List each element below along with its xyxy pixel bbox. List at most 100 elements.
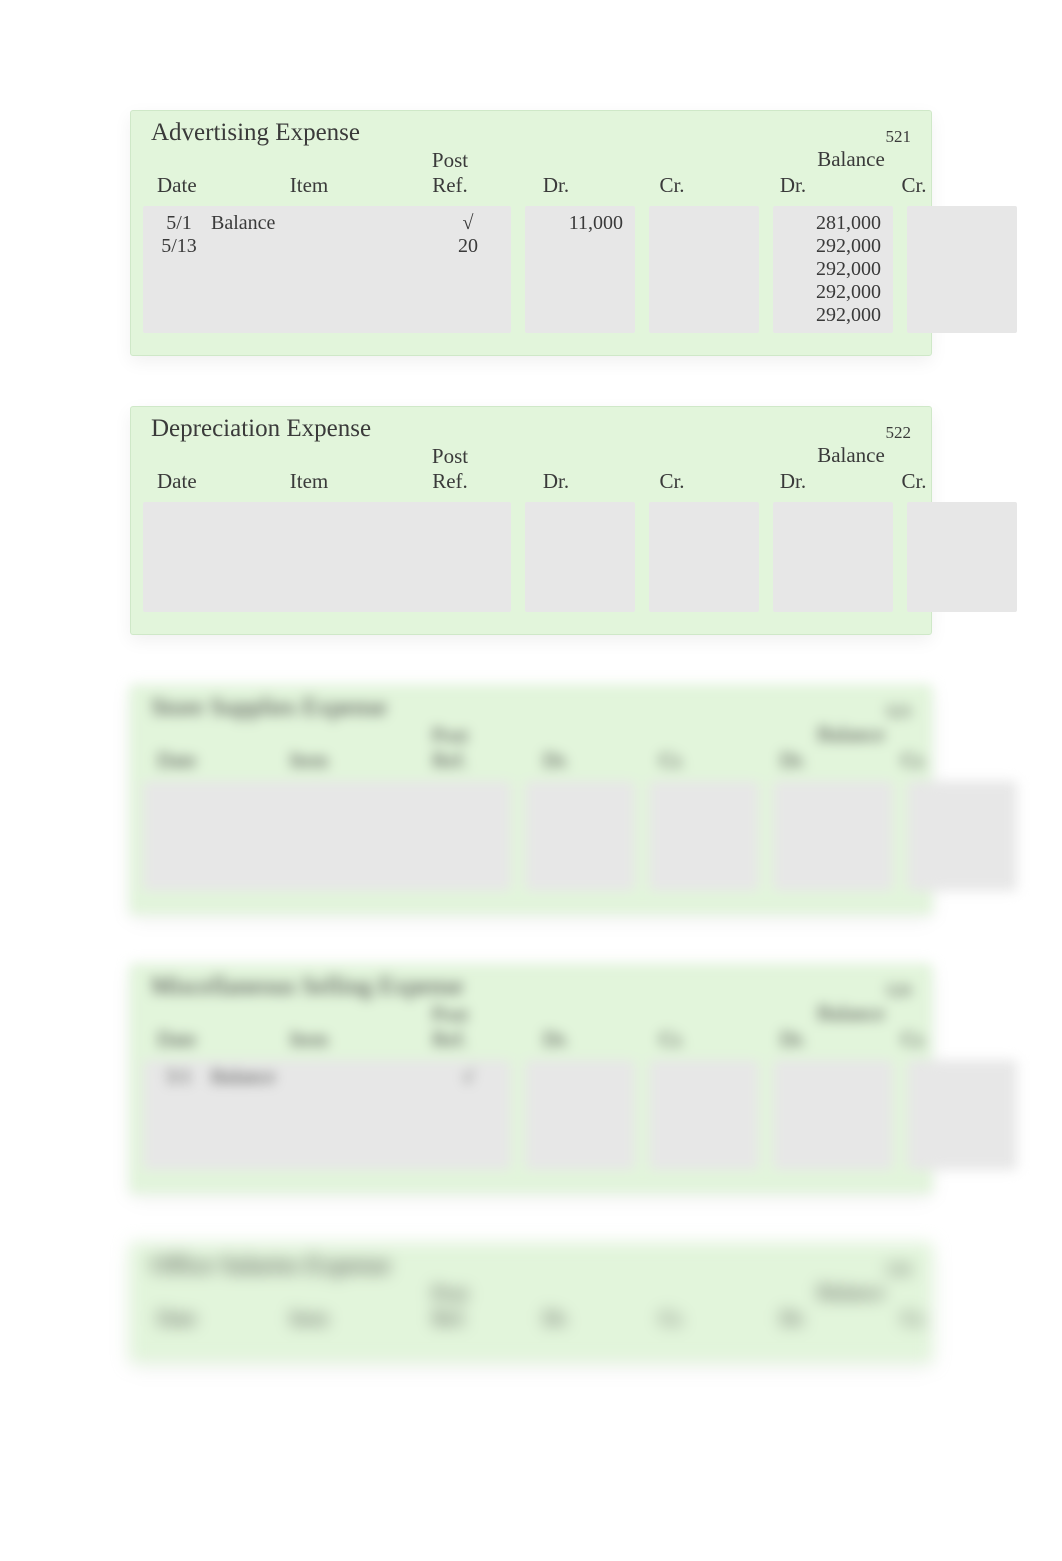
cell-post-ref: 20 bbox=[433, 235, 503, 258]
ledger-body: 5/1Balance√5/132011,000281,000292,000292… bbox=[139, 196, 923, 333]
header-date: Date bbox=[143, 1026, 213, 1050]
header-bal-dr: Dr. bbox=[733, 1026, 853, 1050]
ledger-depreciation-expense: Depreciation Expense 522PostBalanceDateIt… bbox=[130, 406, 932, 635]
header-dr: Dr. bbox=[501, 1305, 611, 1329]
ledger-office-salaries-expense: Office Salaries Expense 530PostBalanceDat… bbox=[130, 1243, 932, 1362]
cell-item bbox=[207, 235, 433, 258]
header-item: Item bbox=[219, 1026, 399, 1050]
dr-col bbox=[525, 1060, 635, 1170]
header-date: Date bbox=[143, 172, 213, 196]
ledger-misc-selling-expense: Miscellaneous Selling Expense529PostBala… bbox=[130, 964, 932, 1193]
table-row: 5/13 20 bbox=[151, 235, 503, 258]
header-item: Item bbox=[219, 468, 399, 492]
account-name: Office Salaries Expense bbox=[151, 1252, 391, 1280]
ledger-header: PostBalanceDateItemRef.Dr.Cr.Dr.Cr. bbox=[139, 722, 923, 771]
bal-dr-col bbox=[773, 1060, 893, 1170]
account-number: 530 bbox=[886, 1260, 912, 1280]
account-name: Advertising Expense bbox=[151, 119, 360, 147]
table-row: 5/1Balance√ bbox=[151, 212, 503, 235]
header-item: Item bbox=[219, 172, 399, 196]
header-bal-cr: Cr. bbox=[859, 1305, 969, 1329]
account-name: Store Supplies Expense bbox=[151, 694, 387, 722]
bal-dr-col: 281,000292,000292,000292,000292,000 bbox=[773, 206, 893, 333]
account-number: 529 bbox=[886, 981, 912, 1001]
ledger-body bbox=[139, 492, 923, 612]
cell-bal_dr: 292,000 bbox=[781, 235, 881, 258]
ledger-body bbox=[139, 771, 923, 891]
header-cr: Cr. bbox=[617, 172, 727, 196]
date-item-postref-col bbox=[143, 781, 511, 891]
dr-col bbox=[525, 502, 635, 612]
header-dr: Dr. bbox=[501, 1026, 611, 1050]
cell-item: Balance bbox=[207, 212, 433, 235]
cell-date: 5/1 bbox=[151, 1066, 207, 1089]
ledger-header: PostBalanceDateItemRef.Dr.Cr.Dr.Cr. bbox=[139, 1001, 923, 1050]
header-bal-dr: Dr. bbox=[733, 1305, 853, 1329]
bal-cr-col bbox=[907, 1060, 1017, 1170]
cell-item: Balance bbox=[207, 1066, 433, 1089]
header-post-top: Post bbox=[405, 1001, 495, 1026]
cell-dr: 11,000 bbox=[533, 212, 623, 235]
header-post-ref: Ref. bbox=[405, 1026, 495, 1050]
account-number: 521 bbox=[886, 127, 912, 147]
header-date: Date bbox=[143, 1305, 213, 1329]
dr-col: 11,000 bbox=[525, 206, 635, 333]
header-balance: Balance bbox=[733, 1280, 969, 1305]
cell-bal_dr: 281,000 bbox=[781, 212, 881, 235]
date-item-postref-col bbox=[143, 502, 511, 612]
table-row: 5/1Balance√ bbox=[151, 1066, 503, 1089]
header-item: Item bbox=[219, 747, 399, 771]
account-name: Miscellaneous Selling Expense bbox=[151, 973, 463, 1001]
ledger-header: PostBalanceDateItemRef.Dr.Cr.Dr.Cr. bbox=[139, 443, 923, 492]
cell-date: 5/13 bbox=[151, 235, 207, 258]
bal-cr-col bbox=[907, 502, 1017, 612]
account-number: 522 bbox=[886, 423, 912, 443]
bal-cr-col bbox=[907, 781, 1017, 891]
cr-col bbox=[649, 781, 759, 891]
header-balance: Balance bbox=[733, 147, 969, 172]
date-item-postref-col: 5/1Balance√5/1320 bbox=[143, 206, 511, 333]
cell-post-ref: √ bbox=[433, 212, 503, 235]
ledger-body bbox=[139, 1329, 923, 1339]
date-item-postref-col: 5/1Balance√ bbox=[143, 1060, 511, 1170]
header-cr: Cr. bbox=[617, 468, 727, 492]
ledger-advertising-expense: Advertising Expense521PostBalanceDateIte… bbox=[130, 110, 932, 356]
dr-col bbox=[525, 781, 635, 891]
cr-col bbox=[649, 206, 759, 333]
header-dr: Dr. bbox=[501, 468, 611, 492]
cell-post-ref: √ bbox=[433, 1066, 503, 1089]
header-bal-dr: Dr. bbox=[733, 172, 853, 196]
bal-dr-col bbox=[773, 502, 893, 612]
bal-dr-col bbox=[773, 781, 893, 891]
header-post-top: Post bbox=[405, 722, 495, 747]
header-balance: Balance bbox=[733, 443, 969, 468]
header-balance: Balance bbox=[733, 722, 969, 747]
header-bal-dr: Dr. bbox=[733, 468, 853, 492]
header-item: Item bbox=[219, 1305, 399, 1329]
header-dr: Dr. bbox=[501, 747, 611, 771]
ledger-body: 5/1Balance√ bbox=[139, 1050, 923, 1170]
header-bal-dr: Dr. bbox=[733, 747, 853, 771]
ledger-header: PostBalanceDateItemRef.Dr.Cr.Dr.Cr. bbox=[139, 1280, 923, 1329]
header-dr: Dr. bbox=[501, 172, 611, 196]
header-post-ref: Ref. bbox=[405, 468, 495, 492]
header-date: Date bbox=[143, 747, 213, 771]
header-post-top: Post bbox=[405, 1280, 495, 1305]
cr-col bbox=[649, 502, 759, 612]
cell-date: 5/1 bbox=[151, 212, 207, 235]
header-post-ref: Ref. bbox=[405, 747, 495, 771]
header-bal-cr: Cr. bbox=[859, 172, 969, 196]
header-cr: Cr. bbox=[617, 747, 727, 771]
cr-col bbox=[649, 1060, 759, 1170]
cell-bal_dr: 292,000 bbox=[781, 281, 881, 304]
header-cr: Cr. bbox=[617, 1026, 727, 1050]
header-post-top: Post bbox=[405, 147, 495, 172]
header-date: Date bbox=[143, 468, 213, 492]
ledgers-container: Advertising Expense521PostBalanceDateIte… bbox=[130, 110, 932, 1362]
header-bal-cr: Cr. bbox=[859, 747, 969, 771]
ledger-header: PostBalanceDateItemRef.Dr.Cr.Dr.Cr. bbox=[139, 147, 923, 196]
bal-cr-col bbox=[907, 206, 1017, 333]
account-name: Depreciation Expense bbox=[151, 415, 371, 443]
header-post-ref: Ref. bbox=[405, 1305, 495, 1329]
header-bal-cr: Cr. bbox=[859, 468, 969, 492]
